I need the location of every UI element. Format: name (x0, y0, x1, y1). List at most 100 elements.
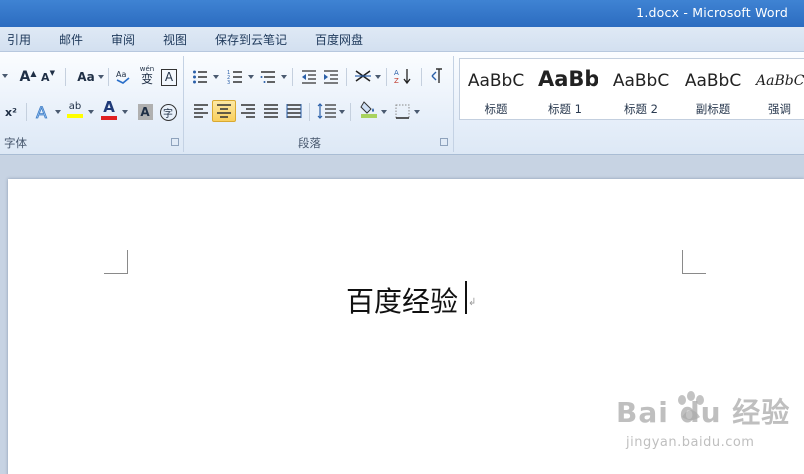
multilevel-list-icon[interactable] (259, 67, 277, 87)
separator (350, 103, 351, 121)
text-cursor (465, 281, 467, 314)
margin-corner-top-right (682, 250, 706, 274)
text-effects-dropdown-arrow[interactable] (55, 110, 61, 114)
separator (108, 68, 109, 86)
tab-save-to-cloud-notes[interactable]: 保存到云笔记 (215, 31, 287, 48)
multilevel-dropdown-arrow[interactable] (281, 75, 287, 79)
paw-icon (678, 391, 704, 420)
svg-text:Z: Z (394, 77, 399, 85)
style-name: 副标题 (695, 102, 731, 116)
paragraph-dialog-launcher-icon[interactable] (440, 138, 448, 146)
group-separator (453, 56, 454, 152)
highlight-dropdown-arrow[interactable] (88, 110, 94, 114)
font-size-dropdown-arrow[interactable] (2, 74, 8, 78)
highlight-label: ab (68, 101, 82, 112)
character-shading-button[interactable]: A (136, 102, 154, 122)
svg-text:A: A (36, 103, 47, 121)
shrink-font-button[interactable]: A ▼ (40, 67, 56, 87)
chinese-layout-dropdown-arrow[interactable] (375, 75, 381, 79)
style-sample: AaBbC (467, 71, 525, 91)
separator (65, 68, 66, 86)
decrease-indent-icon[interactable] (300, 67, 318, 87)
style-sample: AaBbCcI (756, 73, 804, 89)
borders-icon[interactable] (393, 101, 411, 121)
style-emphasis[interactable]: AaBbCcI 强调 (750, 59, 804, 119)
justify-icon[interactable] (261, 101, 281, 121)
distributed-icon[interactable] (284, 101, 304, 121)
window-title: 1.docx - Microsoft Word (636, 5, 788, 20)
style-name: 标题 (484, 102, 508, 116)
separator (386, 68, 387, 86)
separator (292, 68, 293, 86)
enclose-characters-button[interactable]: 字 (158, 102, 178, 122)
watermark-url: jingyan.baidu.com (626, 435, 755, 450)
superscript-label: x² (5, 105, 17, 119)
style-heading-1[interactable]: AaBb 标题 1 (532, 59, 598, 119)
show-hide-marks-icon[interactable] (428, 66, 446, 86)
character-border-label: A (161, 68, 177, 86)
group-separator (183, 56, 184, 152)
line-spacing-dropdown-arrow[interactable] (339, 110, 345, 114)
enclose-characters-label: 字 (159, 103, 177, 121)
text-highlight-button[interactable]: ab (65, 100, 85, 120)
tab-view[interactable]: 视图 (163, 31, 187, 48)
phonetic-guide-button[interactable]: wén 变 (137, 65, 157, 85)
tab-mailings[interactable]: 邮件 (59, 31, 83, 48)
tab-review[interactable]: 审阅 (111, 31, 135, 48)
line-spacing-icon[interactable] (316, 101, 338, 121)
change-case-label: Aa (77, 70, 95, 84)
grow-font-button[interactable]: A ▲ (19, 67, 37, 87)
separator (26, 103, 27, 121)
paragraph-shading-icon[interactable] (358, 99, 380, 119)
shrink-font-label: A (41, 70, 50, 84)
styles-gallery: AaBbC 标题 AaBb 标题 1 AaBbC 标题 2 AaBbC 副标题 … (459, 58, 804, 120)
font-color-dropdown-arrow[interactable] (122, 110, 128, 114)
tab-references[interactable]: 引用 (7, 31, 31, 48)
ribbon-tabs: 引用 邮件 审阅 视图 保存到云笔记 百度网盘 (0, 27, 804, 52)
change-case-dropdown-arrow[interactable] (98, 75, 104, 79)
character-border-button[interactable]: A (160, 67, 178, 87)
document-text[interactable]: 百度经验 (346, 280, 458, 320)
style-sample: AaBbC (684, 71, 742, 91)
svg-text:A: A (394, 69, 399, 77)
font-dialog-launcher-icon[interactable] (171, 138, 179, 146)
superscript-button[interactable]: x² (2, 102, 20, 122)
style-sample: AaBb (538, 67, 598, 91)
grow-font-label: A (19, 69, 31, 85)
sort-icon[interactable]: AZ (393, 66, 413, 86)
align-left-icon[interactable] (191, 101, 211, 121)
tab-baidu-netdisk[interactable]: 百度网盘 (315, 31, 363, 48)
text-effects-icon[interactable]: A (33, 102, 53, 122)
font-color-swatch (101, 116, 117, 120)
paragraph-group-label: 段落 (298, 136, 321, 150)
align-right-icon[interactable] (238, 101, 258, 121)
phonetic-guide-char: 变 (140, 71, 153, 86)
font-color-label: A (103, 98, 115, 116)
style-title[interactable]: AaBbC 标题 (460, 59, 532, 119)
numbering-icon[interactable]: 123 (226, 67, 244, 87)
increase-indent-icon[interactable] (322, 67, 340, 87)
highlight-color-swatch (67, 114, 83, 118)
style-sample: AaBbC (612, 71, 670, 91)
clear-formatting-icon[interactable]: Aa (113, 66, 133, 86)
chinese-layout-icon[interactable] (353, 66, 373, 86)
style-name: 标题 2 (624, 102, 658, 116)
borders-dropdown-arrow[interactable] (414, 110, 420, 114)
ribbon: A ▲ A ▼ Aa Aa wén 变 A x² A ab A A 字 字体 1… (0, 52, 804, 155)
bullets-dropdown-arrow[interactable] (213, 75, 219, 79)
margin-corner-top-left (104, 250, 128, 274)
align-center-icon[interactable] (212, 100, 236, 122)
baidu-jingyan-watermark: Bai du 经验 jingyan.baidu.com (616, 387, 796, 467)
title-bar: 1.docx - Microsoft Word (0, 0, 804, 27)
style-subtitle[interactable]: AaBbC 副标题 (677, 59, 749, 119)
bullets-icon[interactable] (191, 67, 209, 87)
change-case-button[interactable]: Aa (71, 67, 101, 87)
shading-dropdown-arrow[interactable] (381, 110, 387, 114)
svg-text:3: 3 (227, 80, 230, 85)
style-name: 标题 1 (548, 102, 582, 116)
numbering-dropdown-arrow[interactable] (248, 75, 254, 79)
font-color-button[interactable]: A (99, 100, 119, 120)
style-heading-2[interactable]: AaBbC 标题 2 (605, 59, 677, 119)
shading-color-swatch (361, 114, 377, 118)
separator (421, 68, 422, 86)
